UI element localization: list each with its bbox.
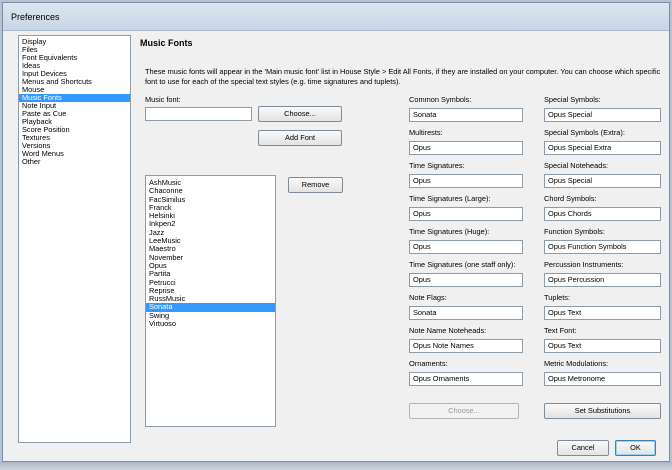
style-font-field[interactable]: Opus Percussion — [544, 273, 661, 287]
page-description: These music fonts will appear in the 'Ma… — [145, 67, 661, 86]
style-label: Time Signatures: — [409, 161, 465, 170]
style-font-field[interactable]: Opus Text — [544, 339, 661, 353]
style-font-field[interactable]: Opus — [409, 207, 523, 221]
style-font-field[interactable]: Opus Ornaments — [409, 372, 523, 386]
window-title: Preferences — [11, 12, 60, 22]
style-font-field[interactable]: Opus Special — [544, 174, 661, 188]
add-font-button[interactable]: Add Font — [258, 130, 342, 146]
style-font-field[interactable]: Opus Special Extra — [544, 141, 661, 155]
style-label: Function Symbols: — [544, 227, 605, 236]
font-list-item[interactable]: Inkpen2 — [146, 220, 275, 229]
style-label: Special Symbols (Extra): — [544, 128, 625, 137]
category-list[interactable]: Display Files Font Equivalents Ideas Input D… — [18, 35, 131, 443]
title-bar[interactable]: Preferences — [3, 3, 669, 31]
style-font-field[interactable]: Opus — [409, 273, 523, 287]
style-label: Metric Modulations: — [544, 359, 609, 368]
set-substitutions-button[interactable]: Set Substitutions — [544, 403, 661, 419]
style-font-field[interactable]: Sonata — [409, 108, 523, 122]
dialog-body: Display Files Font Equivalents Ideas Input D… — [11, 31, 663, 457]
style-label: Multirests: — [409, 128, 443, 137]
style-label: Percussion Instruments: — [544, 260, 624, 269]
style-label: Time Signatures (Huge): — [409, 227, 490, 236]
style-font-field[interactable]: Opus Metronome — [544, 372, 661, 386]
choose-music-font-button[interactable]: Choose... — [258, 106, 342, 122]
style-label: Time Signatures (Large): — [409, 194, 491, 203]
page-title: Music Fonts — [140, 38, 193, 48]
remove-font-button[interactable]: Remove — [288, 177, 343, 193]
sidebar-item[interactable]: Other — [19, 158, 130, 166]
cancel-button[interactable]: Cancel — [557, 440, 609, 456]
choose-style-font-button[interactable]: Choose... — [409, 403, 519, 419]
style-label: Text Font: — [544, 326, 577, 335]
preferences-window: Preferences Display Files Font Equivalents… — [2, 2, 670, 462]
ok-button[interactable]: OK — [615, 440, 656, 456]
music-font-label: Music font: — [145, 95, 181, 104]
style-label: Special Noteheads: — [544, 161, 609, 170]
style-label: Note Name Noteheads: — [409, 326, 487, 335]
style-font-field[interactable]: Opus Special — [544, 108, 661, 122]
font-list-item[interactable]: Virtuoso — [146, 319, 275, 328]
style-label: Chord Symbols: — [544, 194, 597, 203]
style-font-field[interactable]: Opus Note Names — [409, 339, 523, 353]
style-label: Time Signatures (one staff only): — [409, 260, 516, 269]
style-label: Special Symbols: — [544, 95, 601, 104]
desktop-strip — [0, 462, 672, 470]
music-font-list[interactable]: AshMusic Chaconne FacSimilus Franck Helsinki… — [145, 175, 276, 427]
style-font-field[interactable]: Sonata — [409, 306, 523, 320]
style-font-field[interactable]: Opus — [409, 141, 523, 155]
style-font-field[interactable]: Opus Chords — [544, 207, 661, 221]
style-label: Common Symbols: — [409, 95, 472, 104]
style-font-field[interactable]: Opus — [409, 174, 523, 188]
style-label: Ornaments: — [409, 359, 448, 368]
music-font-input[interactable] — [145, 107, 252, 121]
style-font-field[interactable]: Opus Text — [544, 306, 661, 320]
style-label: Note Flags: — [409, 293, 447, 302]
style-font-field[interactable]: Opus — [409, 240, 523, 254]
style-label: Tuplets: — [544, 293, 571, 302]
style-font-field[interactable]: Opus Function Symbols — [544, 240, 661, 254]
